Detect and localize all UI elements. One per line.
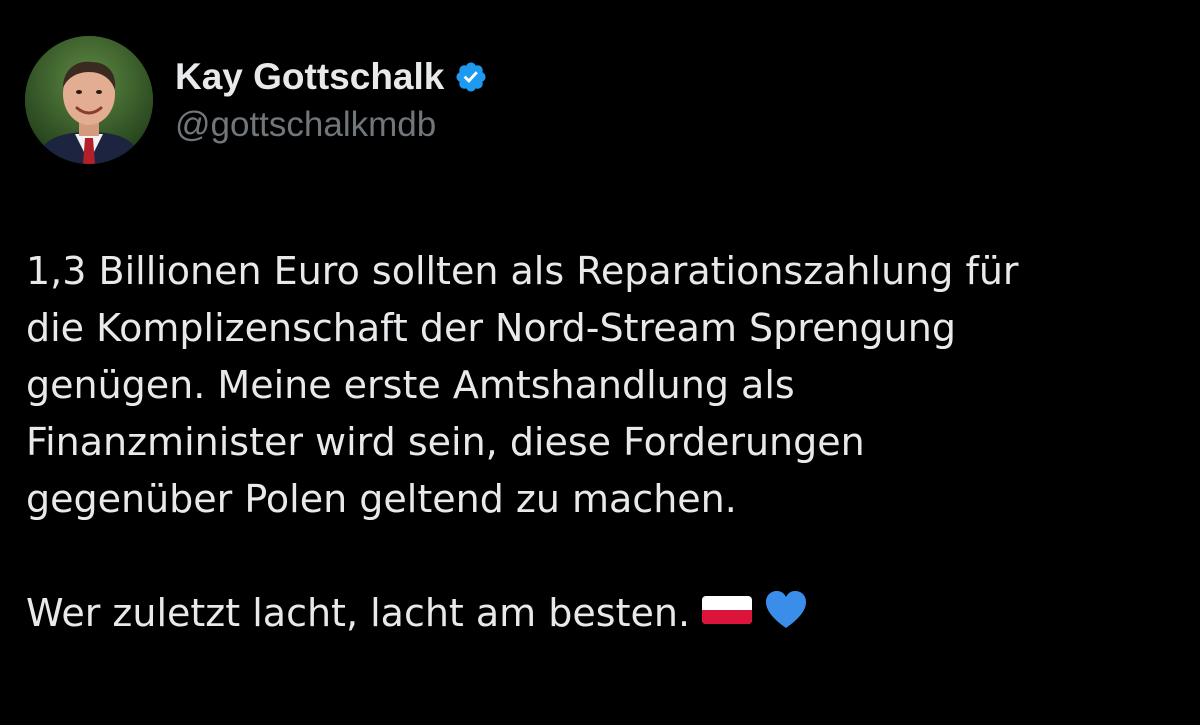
tweet-text: 1,3 Billionen Euro sollten als Reparatio… <box>26 243 1186 642</box>
display-name[interactable]: Kay Gottschalk <box>175 56 444 98</box>
tweet-paragraph-2: Wer zuletzt lacht, lacht am besten. <box>26 585 1186 642</box>
name-row: Kay Gottschalk <box>175 55 488 99</box>
flag-poland-icon <box>700 590 754 630</box>
tweet-header: Kay Gottschalk @gottschalkmdb <box>25 36 488 164</box>
verified-badge-icon[interactable] <box>454 60 488 94</box>
blue-heart-icon <box>764 590 808 630</box>
tweet-paragraph-2-text: Wer zuletzt lacht, lacht am besten. <box>26 591 691 635</box>
author-handle[interactable]: @gottschalkmdb <box>175 105 488 145</box>
avatar[interactable] <box>25 36 153 164</box>
author-info: Kay Gottschalk @gottschalkmdb <box>175 36 488 164</box>
tweet-paragraph-1: 1,3 Billionen Euro sollten als Reparatio… <box>26 249 1019 521</box>
tweet-card: Kay Gottschalk @gottschalkmdb 1,3 Billio… <box>0 0 1200 725</box>
